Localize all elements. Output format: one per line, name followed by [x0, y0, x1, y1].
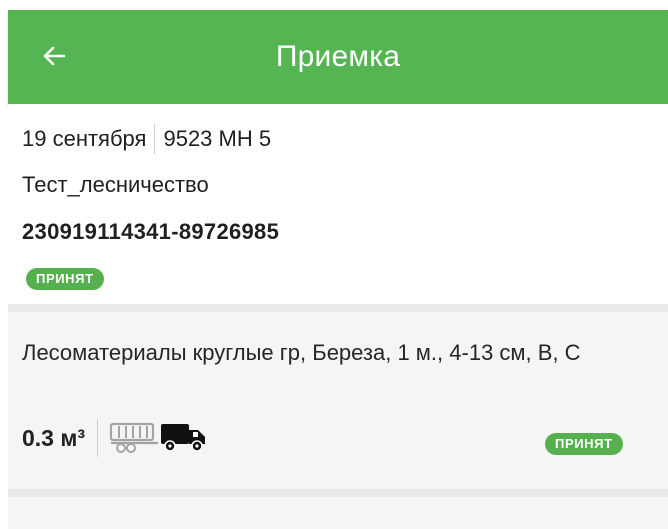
section-divider [8, 304, 668, 312]
truck-icon [160, 418, 208, 459]
item-status-badge-wrap: ПРИНЯТ [545, 433, 623, 455]
list-item-next[interactable] [8, 497, 668, 529]
status-badge: ПРИНЯТ [26, 268, 104, 290]
item-volume-row: 0.3 м³ [22, 418, 208, 459]
item-volume: 0.3 м³ [22, 424, 86, 451]
document-date: 19 сентября [22, 126, 147, 151]
status-badge: ПРИНЯТ [545, 433, 623, 455]
document-status-badge-wrap: ПРИНЯТ [26, 268, 104, 290]
screen: Приемка 19 сентября 9523 МН 5 Тест_лесни… [0, 0, 668, 529]
page-title: Приемка [275, 40, 401, 73]
item-title: Лесоматериалы круглые гр, Береза, 1 м., … [22, 340, 581, 365]
section-divider [8, 489, 668, 497]
document-meta-row: 19 сентября 9523 МН 5 [22, 124, 271, 154]
forestry-name: Тест_лесничество [22, 172, 209, 197]
status-strip [0, 0, 668, 10]
meta-divider [154, 124, 156, 154]
document-number: 230919114341-89726985 [22, 219, 280, 244]
app-header: Приемка [8, 10, 668, 104]
volume-divider [97, 419, 99, 457]
vehicle-number: 9523 МН 5 [163, 126, 272, 151]
trailer-icon [108, 418, 160, 459]
